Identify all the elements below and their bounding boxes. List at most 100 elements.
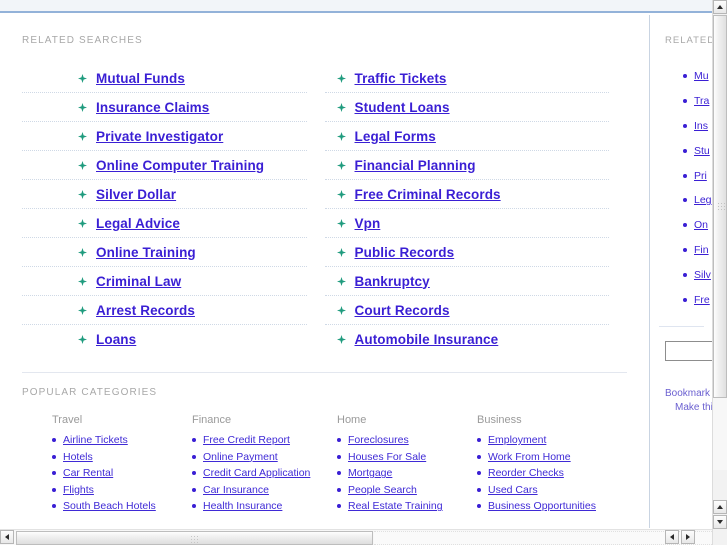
category-item[interactable]: Real Estate Training <box>337 498 477 515</box>
related-search-item[interactable]: Mutual Funds <box>22 64 307 93</box>
related-search-link[interactable]: Insurance Claims <box>96 100 209 115</box>
related-search-link[interactable]: Free Criminal Records <box>355 187 501 202</box>
category-link[interactable]: Work From Home <box>488 451 571 463</box>
category-item[interactable]: Credit Card Application <box>192 465 337 482</box>
side-list-item[interactable]: Silv <box>683 262 712 287</box>
category-item[interactable]: Car Rental <box>52 465 192 482</box>
related-search-link[interactable]: Bankruptcy <box>355 274 430 289</box>
side-link[interactable]: On <box>694 219 708 231</box>
category-link[interactable]: Car Insurance <box>203 484 269 496</box>
related-search-item[interactable]: Legal Forms <box>324 122 609 151</box>
side-list-item[interactable]: Mu <box>683 64 712 89</box>
related-search-item[interactable]: Public Records <box>324 238 609 267</box>
category-link[interactable]: South Beach Hotels <box>63 500 156 512</box>
category-item[interactable]: Mortgage <box>337 465 477 482</box>
related-search-item[interactable]: Legal Advice <box>22 209 307 238</box>
category-link[interactable]: Hotels <box>63 451 93 463</box>
category-link[interactable]: Airline Tickets <box>63 434 128 446</box>
related-search-link[interactable]: Criminal Law <box>96 274 181 289</box>
category-item[interactable]: Airline Tickets <box>52 432 192 449</box>
category-link[interactable]: Business Opportunities <box>488 500 596 512</box>
side-link[interactable]: Tra <box>694 95 709 107</box>
related-search-item[interactable]: Insurance Claims <box>22 93 307 122</box>
related-search-item[interactable]: Financial Planning <box>324 151 609 180</box>
category-link[interactable]: Houses For Sale <box>348 451 426 463</box>
bookmark-link[interactable]: Bookmark <box>665 387 712 401</box>
category-item[interactable]: Foreclosures <box>337 432 477 449</box>
category-item[interactable]: Reorder Checks <box>477 465 617 482</box>
horizontal-scrollbar-thumb[interactable] <box>16 531 373 545</box>
side-link[interactable]: Fin <box>694 244 709 256</box>
related-search-item[interactable]: Arrest Records <box>22 296 307 325</box>
category-link[interactable]: Reorder Checks <box>488 467 564 479</box>
related-search-item[interactable]: Student Loans <box>324 93 609 122</box>
side-list-item[interactable]: Ins <box>683 114 712 139</box>
category-item[interactable]: Hotels <box>52 449 192 466</box>
scroll-down-button[interactable] <box>713 515 727 529</box>
related-search-link[interactable]: Court Records <box>355 303 450 318</box>
category-link[interactable]: Credit Card Application <box>203 467 310 479</box>
side-link[interactable]: Stu <box>694 145 710 157</box>
side-list-item[interactable]: Tra <box>683 89 712 114</box>
related-search-link[interactable]: Student Loans <box>355 100 450 115</box>
related-search-link[interactable]: Private Investigator <box>96 129 223 144</box>
category-item[interactable]: Employment <box>477 432 617 449</box>
related-search-link[interactable]: Financial Planning <box>355 158 476 173</box>
scroll-up-button[interactable] <box>713 0 727 14</box>
category-item[interactable]: People Search <box>337 482 477 499</box>
category-link[interactable]: Employment <box>488 434 546 446</box>
related-search-link[interactable]: Silver Dollar <box>96 187 176 202</box>
related-search-item[interactable]: Private Investigator <box>22 122 307 151</box>
category-link[interactable]: Car Rental <box>63 467 113 479</box>
related-search-item[interactable]: Online Computer Training <box>22 151 307 180</box>
related-search-link[interactable]: Traffic Tickets <box>355 71 447 86</box>
related-search-item[interactable]: Loans <box>22 325 307 354</box>
category-item[interactable]: Used Cars <box>477 482 617 499</box>
side-list-item[interactable]: On <box>683 213 712 238</box>
category-link[interactable]: Free Credit Report <box>203 434 290 446</box>
related-search-link[interactable]: Mutual Funds <box>96 71 185 86</box>
related-search-link[interactable]: Legal Advice <box>96 216 180 231</box>
horizontal-scrollbar-track[interactable] <box>374 531 712 545</box>
side-list-item[interactable]: Stu <box>683 138 712 163</box>
category-item[interactable]: Free Credit Report <box>192 432 337 449</box>
related-search-item[interactable]: Silver Dollar <box>22 180 307 209</box>
related-search-item[interactable]: Vpn <box>324 209 609 238</box>
related-search-item[interactable]: Traffic Tickets <box>324 64 609 93</box>
related-search-link[interactable]: Automobile Insurance <box>355 332 499 347</box>
related-search-link[interactable]: Public Records <box>355 245 455 260</box>
category-item[interactable]: Flights <box>52 482 192 499</box>
related-search-item[interactable]: Free Criminal Records <box>324 180 609 209</box>
scroll-left-button-2[interactable] <box>665 530 679 544</box>
scroll-up-button-bottom[interactable] <box>713 500 727 514</box>
category-link[interactable]: People Search <box>348 484 417 496</box>
scroll-left-button[interactable] <box>0 530 14 544</box>
category-link[interactable]: Flights <box>63 484 94 496</box>
category-item[interactable]: South Beach Hotels <box>52 498 192 515</box>
side-link[interactable]: Pri <box>694 170 707 182</box>
make-homepage-link[interactable]: Make this <box>665 401 712 415</box>
category-link[interactable]: Real Estate Training <box>348 500 443 512</box>
vertical-scrollbar[interactable] <box>712 0 727 545</box>
side-list-item[interactable]: Fin <box>683 238 712 263</box>
related-search-item[interactable]: Court Records <box>324 296 609 325</box>
side-link[interactable]: Mu <box>694 70 709 82</box>
category-link[interactable]: Foreclosures <box>348 434 409 446</box>
side-link[interactable]: Ins <box>694 120 708 132</box>
category-link[interactable]: Mortgage <box>348 467 392 479</box>
related-search-item[interactable]: Online Training <box>22 238 307 267</box>
category-link[interactable]: Used Cars <box>488 484 538 496</box>
side-link[interactable]: Silv <box>694 269 711 281</box>
related-search-item[interactable]: Criminal Law <box>22 267 307 296</box>
side-list-item[interactable]: Pri <box>683 163 712 188</box>
scroll-right-button[interactable] <box>681 530 695 544</box>
side-list-item[interactable]: Fre <box>683 287 712 312</box>
search-input[interactable] <box>665 340 712 361</box>
category-item[interactable]: Houses For Sale <box>337 449 477 466</box>
horizontal-scrollbar[interactable] <box>0 529 712 545</box>
side-list-item[interactable]: Leg <box>683 188 712 213</box>
related-search-link[interactable]: Legal Forms <box>355 129 436 144</box>
category-item[interactable]: Work From Home <box>477 449 617 466</box>
related-search-link[interactable]: Vpn <box>355 216 381 231</box>
related-search-item[interactable]: Bankruptcy <box>324 267 609 296</box>
